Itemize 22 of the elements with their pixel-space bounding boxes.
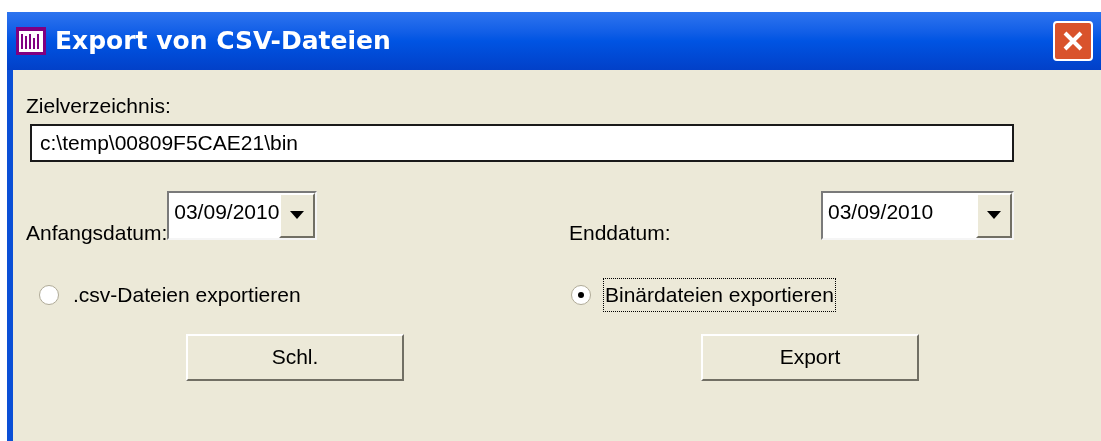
date-value: 03/09/2010 <box>827 198 935 225</box>
dialog-button[interactable]: Export <box>701 333 919 381</box>
window-title: Export von CSV-Dateien <box>55 25 391 58</box>
date-value: 03/09/2010 <box>173 198 280 225</box>
date-dropdown[interactable]: 03/09/2010 <box>821 190 1014 240</box>
dialog-button[interactable]: Schl. <box>186 333 404 381</box>
field-label: Zielverzeichnis: <box>26 93 172 119</box>
date-dropdown[interactable]: 03/09/2010 <box>167 190 318 240</box>
caret-icon <box>987 211 1001 219</box>
app-icon <box>15 26 47 56</box>
close-icon <box>1062 30 1084 52</box>
radio-label[interactable]: Binärdateien exportieren <box>603 278 836 312</box>
caret-icon <box>290 211 305 219</box>
dropdown-arrow-button[interactable] <box>279 192 316 238</box>
dropdown-arrow-button[interactable] <box>976 192 1012 238</box>
date-label: Anfangsdatum: <box>26 219 168 246</box>
radio-button[interactable] <box>571 284 591 305</box>
radio-button[interactable] <box>39 284 59 305</box>
close-button[interactable] <box>1053 21 1093 61</box>
directory-field[interactable]: c:\temp\00809F5CAE21\bin <box>30 123 1014 162</box>
date-label: Enddatum: <box>569 219 671 246</box>
radio-label[interactable]: .csv-Dateien exportieren <box>71 278 303 312</box>
